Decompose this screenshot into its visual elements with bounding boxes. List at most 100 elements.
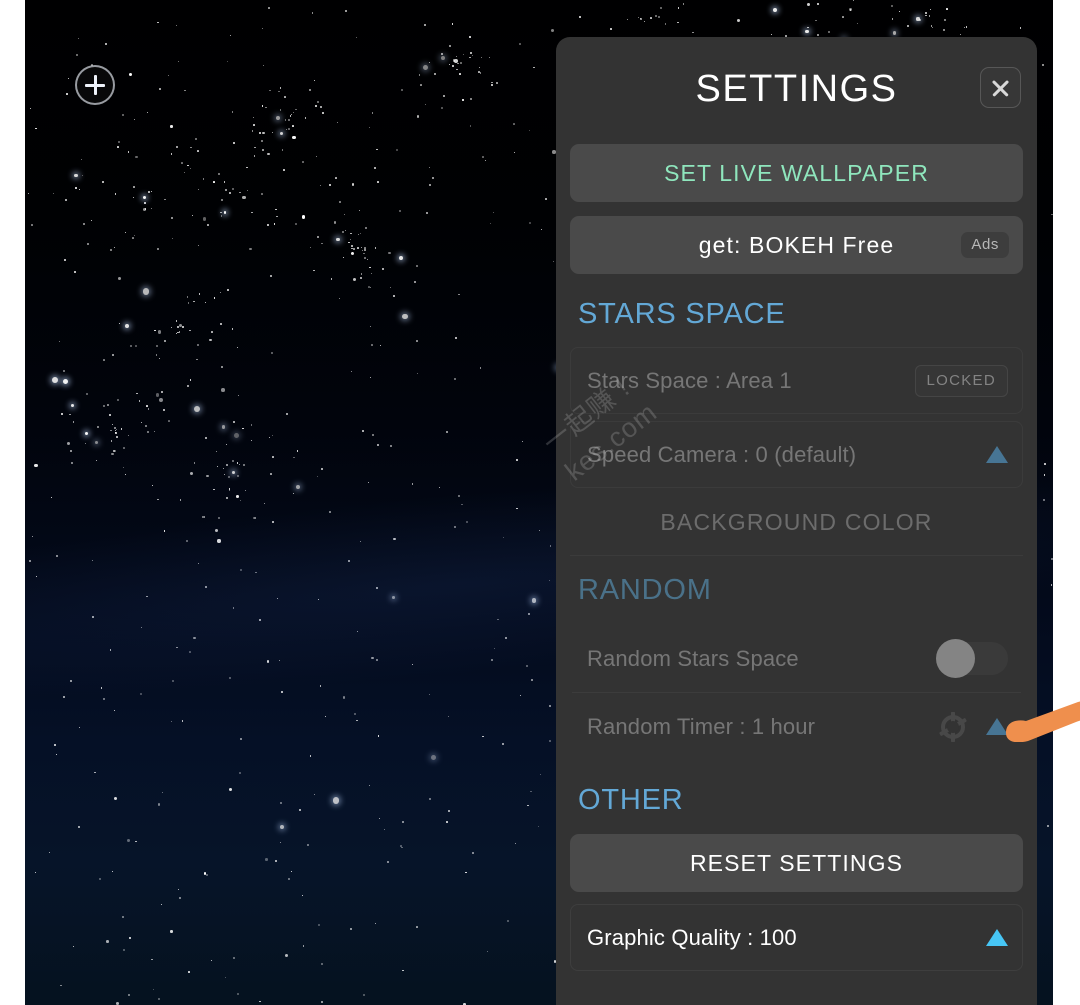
row-right-speed-camera — [986, 446, 1008, 463]
star — [242, 428, 244, 430]
promo-banner[interactable]: get: BOKEH Free Ads — [570, 216, 1023, 274]
row-stars-space-area[interactable]: Stars Space : Area 1 LOCKED — [570, 347, 1023, 414]
star — [85, 392, 88, 395]
star — [551, 29, 555, 33]
star — [115, 1002, 119, 1005]
star — [254, 517, 257, 520]
star — [102, 405, 105, 408]
star — [423, 65, 429, 71]
star — [194, 406, 201, 413]
star — [118, 276, 121, 280]
star — [227, 288, 230, 291]
star — [807, 26, 810, 29]
star — [141, 421, 143, 423]
star — [146, 405, 148, 407]
star — [446, 821, 448, 823]
star — [387, 860, 390, 863]
star — [253, 116, 255, 118]
triangle-up-icon[interactable] — [986, 446, 1008, 463]
star — [147, 111, 149, 113]
star — [292, 125, 294, 127]
star — [376, 659, 379, 662]
star — [280, 690, 283, 693]
section-heading-random: RANDOM — [578, 574, 712, 606]
star — [154, 329, 157, 332]
star — [132, 237, 134, 239]
star — [376, 148, 378, 151]
star — [259, 1000, 261, 1003]
star — [261, 27, 264, 29]
star — [259, 619, 262, 622]
star — [176, 24, 178, 27]
star — [539, 773, 541, 775]
star — [217, 173, 220, 176]
star — [452, 64, 454, 67]
row-speed-camera[interactable]: Speed Camera : 0 (default) — [570, 421, 1023, 488]
star — [426, 212, 429, 215]
gear-icon[interactable] — [938, 711, 968, 742]
close-icon[interactable] — [980, 67, 1021, 108]
reset-settings-button[interactable]: RESET SETTINGS — [570, 834, 1023, 892]
row-random-stars-space[interactable]: Random Stars Space — [570, 625, 1023, 692]
star — [336, 122, 338, 124]
star — [205, 436, 208, 440]
star — [944, 18, 947, 22]
plus-circle-icon[interactable] — [75, 65, 115, 105]
star — [220, 199, 224, 202]
star — [360, 273, 362, 275]
star — [430, 754, 436, 760]
star — [95, 459, 98, 462]
star — [373, 167, 376, 170]
star — [311, 11, 314, 14]
star — [111, 870, 114, 873]
star — [223, 181, 225, 183]
star — [395, 148, 398, 151]
star — [250, 424, 252, 426]
star — [110, 430, 112, 432]
star — [110, 649, 112, 651]
star — [225, 443, 227, 446]
star — [549, 739, 551, 742]
star — [545, 197, 547, 200]
star — [448, 64, 450, 66]
star — [461, 503, 463, 506]
star — [187, 302, 190, 304]
star — [67, 442, 71, 446]
star — [49, 851, 51, 853]
star — [181, 720, 184, 722]
star — [457, 293, 460, 296]
row-graphic-quality[interactable]: Graphic Quality : 100 — [570, 904, 1023, 971]
star — [371, 112, 373, 114]
star — [135, 155, 138, 158]
toggle-switch-random-stars-space[interactable] — [936, 639, 1008, 678]
star — [360, 246, 362, 248]
star — [284, 96, 286, 98]
star — [416, 340, 418, 342]
star — [342, 256, 345, 259]
star — [163, 408, 166, 411]
star — [285, 954, 288, 958]
star — [190, 146, 192, 149]
section-heading-other: OTHER — [578, 784, 684, 816]
star — [356, 630, 358, 632]
star — [134, 840, 137, 843]
background-color-button[interactable]: BACKGROUND COLOR — [570, 488, 1023, 556]
star — [84, 442, 87, 445]
set-live-wallpaper-button[interactable]: SET LIVE WALLPAPER — [570, 144, 1023, 202]
triangle-up-icon[interactable] — [986, 929, 1008, 946]
star — [111, 452, 114, 455]
star — [540, 229, 542, 231]
star — [132, 186, 135, 188]
star — [217, 516, 220, 519]
row-random-timer[interactable]: Random Timer : 1 hour — [570, 693, 1023, 760]
set-live-wallpaper-label: SET LIVE WALLPAPER — [664, 159, 929, 186]
star — [156, 247, 159, 250]
star — [317, 235, 320, 238]
star — [351, 245, 353, 247]
star — [368, 127, 370, 129]
star — [459, 73, 461, 75]
star — [890, 5, 893, 8]
star — [302, 894, 304, 896]
star — [375, 587, 378, 590]
star — [132, 197, 134, 199]
